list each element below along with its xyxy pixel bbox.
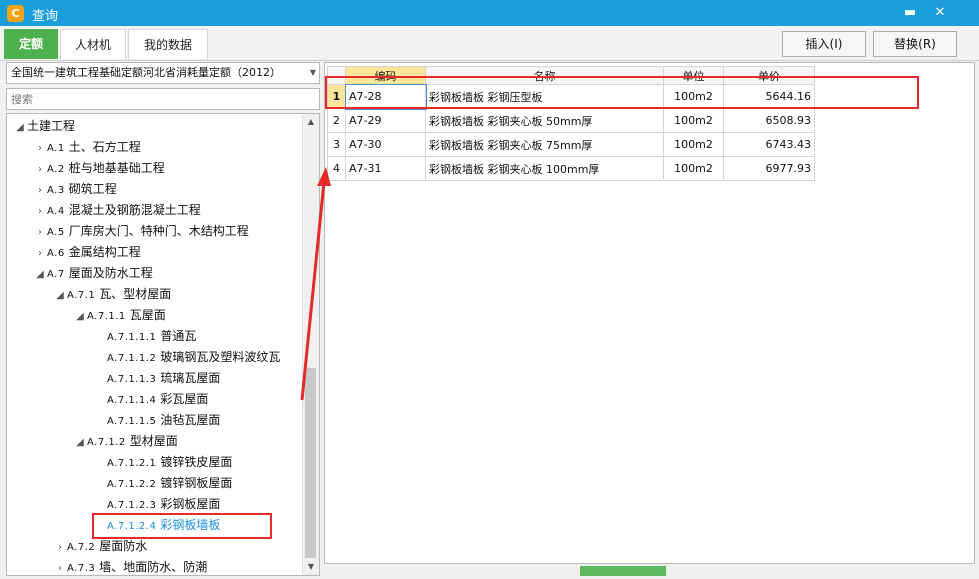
annotation-arrow xyxy=(300,167,331,401)
